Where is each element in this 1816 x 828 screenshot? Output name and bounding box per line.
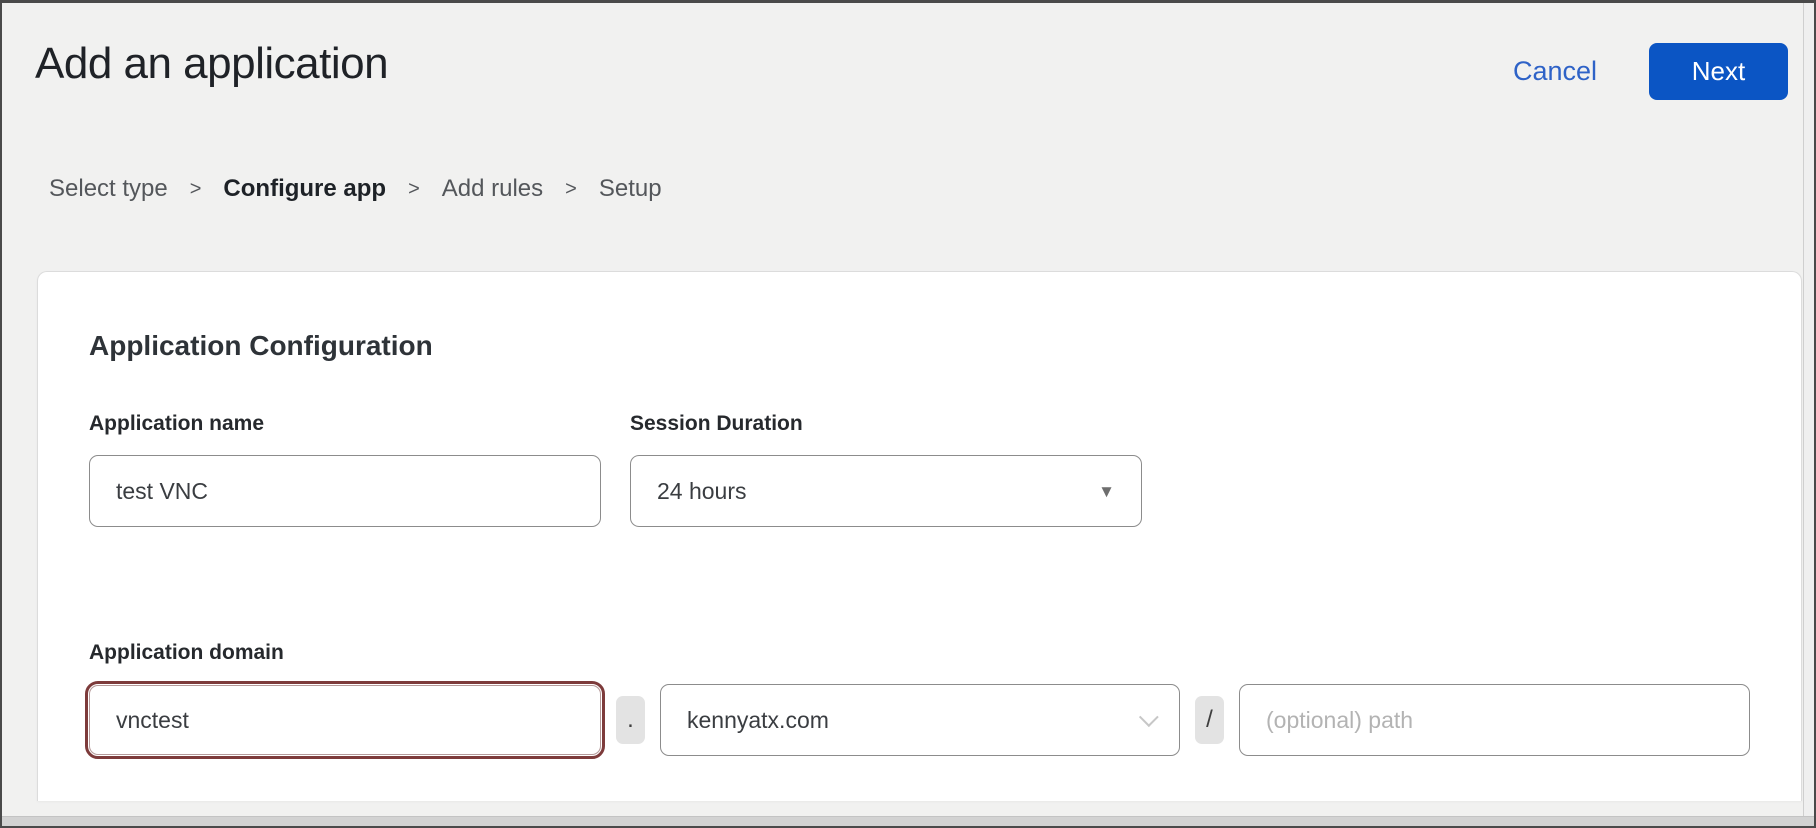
name-duration-row: Application name Session Duration 24 hou… — [89, 412, 1751, 527]
application-domain-field-group: Application domain . kennyatx.com / — [89, 641, 1751, 756]
application-domain-row: . kennyatx.com / — [89, 684, 1751, 756]
breadcrumb: Select type > Configure app > Add rules … — [49, 175, 1814, 203]
step-select-type[interactable]: Select type — [49, 175, 168, 203]
domain-select[interactable]: kennyatx.com — [660, 684, 1180, 756]
breadcrumb-separator: > — [408, 178, 420, 201]
path-input[interactable] — [1239, 684, 1750, 756]
application-name-input[interactable] — [89, 455, 601, 527]
step-setup[interactable]: Setup — [599, 175, 662, 203]
add-application-page: Add an application Cancel Next Select ty… — [0, 0, 1816, 828]
step-add-rules[interactable]: Add rules — [442, 175, 543, 203]
subdomain-input[interactable] — [89, 685, 601, 755]
session-duration-select[interactable]: 24 hours ▼ — [630, 455, 1142, 527]
caret-down-icon: ▼ — [1098, 483, 1115, 500]
vertical-scrollbar[interactable] — [1803, 3, 1814, 816]
window-bottom-edge — [2, 816, 1814, 826]
section-title: Application Configuration — [89, 330, 1751, 362]
next-button[interactable]: Next — [1649, 43, 1788, 100]
session-duration-field-group: Session Duration 24 hours ▼ — [630, 412, 1142, 527]
breadcrumb-separator: > — [190, 178, 202, 201]
domain-select-value: kennyatx.com — [687, 707, 829, 734]
slash-separator: / — [1195, 696, 1224, 744]
application-domain-label: Application domain — [89, 641, 1751, 665]
step-configure-app[interactable]: Configure app — [223, 175, 386, 203]
header-actions: Cancel Next — [1513, 43, 1788, 100]
breadcrumb-separator: > — [565, 178, 577, 201]
page-header: Add an application Cancel Next — [2, 3, 1814, 89]
application-configuration-card: Application Configuration Application na… — [37, 271, 1802, 801]
dot-separator: . — [616, 696, 645, 744]
session-duration-value: 24 hours — [657, 478, 747, 505]
session-duration-label: Session Duration — [630, 412, 1142, 436]
cancel-button[interactable]: Cancel — [1513, 56, 1597, 87]
application-name-field-group: Application name — [89, 412, 601, 527]
subdomain-input-wrap — [89, 685, 601, 755]
chevron-down-icon — [1139, 707, 1159, 727]
application-name-label: Application name — [89, 412, 601, 436]
